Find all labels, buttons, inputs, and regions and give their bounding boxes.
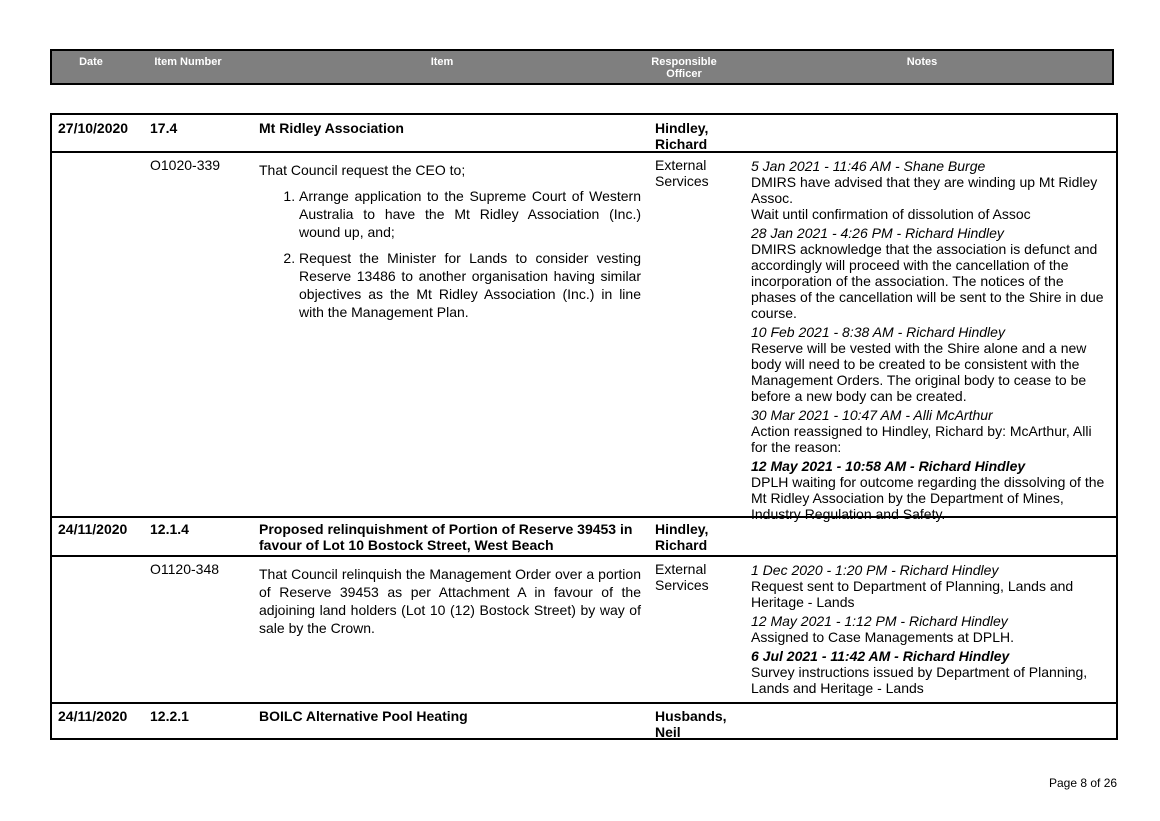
- note-heading: 5 Jan 2021 - 11:46 AM - Shane Burge: [751, 158, 986, 174]
- note-heading: 30 Mar 2021 - 10:47 AM - Alli McArthur: [751, 407, 993, 423]
- header-item-number: Item Number: [154, 56, 222, 68]
- note-entry: 28 Jan 2021 - 4:26 PM - Richard Hindley …: [751, 225, 1111, 321]
- note-body: Wait until confirmation of dissolution o…: [751, 206, 1031, 222]
- item-date: 24/11/2020: [58, 708, 128, 724]
- motion-point: Request the Minister for Lands to consid…: [299, 249, 641, 321]
- note-body: Action reassigned to Hindley, Richard by…: [751, 423, 1092, 455]
- note-heading: 12 May 2021 - 10:58 AM - Richard Hindley: [751, 458, 1026, 474]
- item-officer: Hindley, Richard: [655, 521, 709, 553]
- note-body: Assigned to Case Managements at DPLH.: [751, 629, 1015, 645]
- row-divider: [52, 555, 1116, 557]
- table-header: Date Item Number Item Responsible Office…: [50, 49, 1114, 85]
- action-officer: External Services: [655, 561, 709, 593]
- action-number: O1020-339: [150, 157, 221, 173]
- motion-list: Arrange application to the Supreme Court…: [259, 187, 641, 321]
- note-entry: 30 Mar 2021 - 10:47 AM - Alli McArthur A…: [751, 407, 1111, 455]
- note-heading: 10 Feb 2021 - 8:38 AM - Richard Hindley: [751, 324, 1005, 340]
- note-heading: 6 Jul 2021 - 11:42 AM - Richard Hindley: [751, 648, 1010, 664]
- note-body: Reserve will be vested with the Shire al…: [751, 340, 1087, 404]
- action-number: O1120-348: [150, 561, 220, 577]
- item-number: 12.1.4: [150, 521, 189, 537]
- note-entry: 5 Jan 2021 - 11:46 AM - Shane Burge DMIR…: [751, 158, 1111, 222]
- notes-column: 5 Jan 2021 - 11:46 AM - Shane Burge DMIR…: [751, 158, 1111, 525]
- actions-table: 27/10/2020 17.4 Mt Ridley Association Hi…: [50, 113, 1118, 740]
- item-date: 27/10/2020: [58, 120, 129, 136]
- note-heading: 1 Dec 2020 - 1:20 PM - Richard Hindley: [751, 562, 999, 578]
- item-title: BOILC Alternative Pool Heating: [259, 708, 468, 724]
- header-responsible-officer: Responsible Officer: [651, 56, 717, 80]
- action-officer: External Services: [655, 157, 709, 189]
- header-date: Date: [79, 56, 103, 68]
- note-entry: 6 Jul 2021 - 11:42 AM - Richard Hindley …: [751, 648, 1111, 696]
- header-item: Item: [430, 56, 454, 68]
- item-number: 12.2.1: [150, 708, 189, 724]
- note-entry: 10 Feb 2021 - 8:38 AM - Richard Hindley …: [751, 324, 1111, 404]
- motion-intro: That Council request the CEO to;: [259, 162, 466, 178]
- note-heading: 12 May 2021 - 1:12 PM - Richard Hindley: [751, 613, 1008, 629]
- note-body: Request sent to Department of Planning, …: [751, 578, 1074, 610]
- motion-text: That Council request the CEO to; Arrange…: [259, 161, 641, 329]
- note-body: Survey instructions issued by Department…: [751, 664, 1088, 696]
- note-heading: 28 Jan 2021 - 4:26 PM - Richard Hindley: [751, 225, 1004, 241]
- notes-column: 1 Dec 2020 - 1:20 PM - Richard Hindley R…: [751, 562, 1111, 699]
- item-title: Mt Ridley Association: [259, 120, 404, 136]
- item-officer: Hindley, Richard: [655, 120, 709, 152]
- item-number: 17.4: [150, 120, 178, 136]
- note-entry: 12 May 2021 - 10:58 AM - Richard Hindley…: [751, 458, 1111, 522]
- item-title: Proposed relinquishment of Portion of Re…: [259, 521, 633, 553]
- item-date: 24/11/2020: [58, 521, 128, 537]
- page-number: Page 8 of 26: [1049, 776, 1118, 790]
- note-body: DMIRS acknowledge that the association i…: [751, 241, 1104, 321]
- motion-text: That Council relinquish the Management O…: [259, 566, 641, 636]
- note-entry: 12 May 2021 - 1:12 PM - Richard Hindley …: [751, 613, 1111, 645]
- item-officer: Husbands, Neil: [655, 708, 727, 740]
- note-body: DMIRS have advised that they are winding…: [751, 174, 1098, 206]
- row-divider: [52, 702, 1116, 704]
- note-body: DPLH waiting for outcome regarding the d…: [751, 474, 1105, 522]
- header-notes: Notes: [906, 56, 938, 68]
- motion-point: Arrange application to the Supreme Court…: [299, 187, 641, 241]
- note-entry: 1 Dec 2020 - 1:20 PM - Richard Hindley R…: [751, 562, 1111, 610]
- row-divider: [52, 151, 1116, 153]
